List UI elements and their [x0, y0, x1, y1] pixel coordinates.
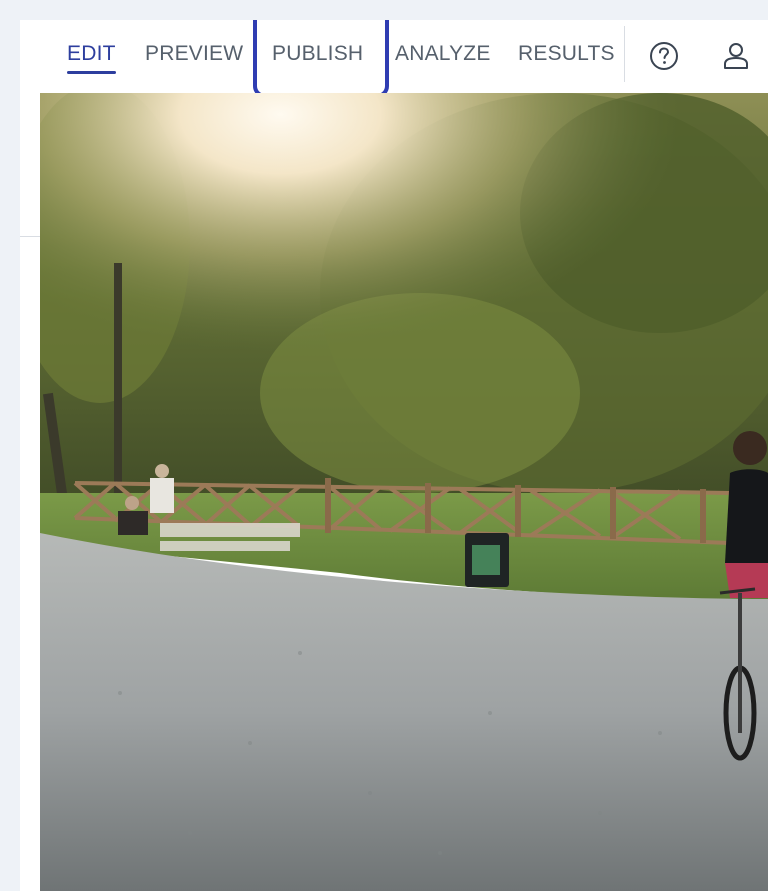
tab-analyze[interactable]: ANALYZE [395, 42, 491, 66]
help-icon[interactable] [648, 40, 680, 72]
top-navigation: EDIT PREVIEW PUBLISH ANALYZE RESULTS [20, 20, 768, 98]
user-icon[interactable] [720, 40, 752, 72]
tab-publish[interactable]: PUBLISH [272, 42, 363, 66]
survey-editor-window: EDIT PREVIEW PUBLISH ANALYZE RESULTS [20, 20, 768, 891]
panel-separator [20, 236, 40, 237]
tab-results[interactable]: RESULTS [518, 42, 615, 66]
nav-divider [624, 26, 625, 82]
hero-photo [40, 93, 768, 891]
tab-edit[interactable]: EDIT [67, 42, 116, 74]
tab-preview[interactable]: PREVIEW [145, 42, 243, 66]
